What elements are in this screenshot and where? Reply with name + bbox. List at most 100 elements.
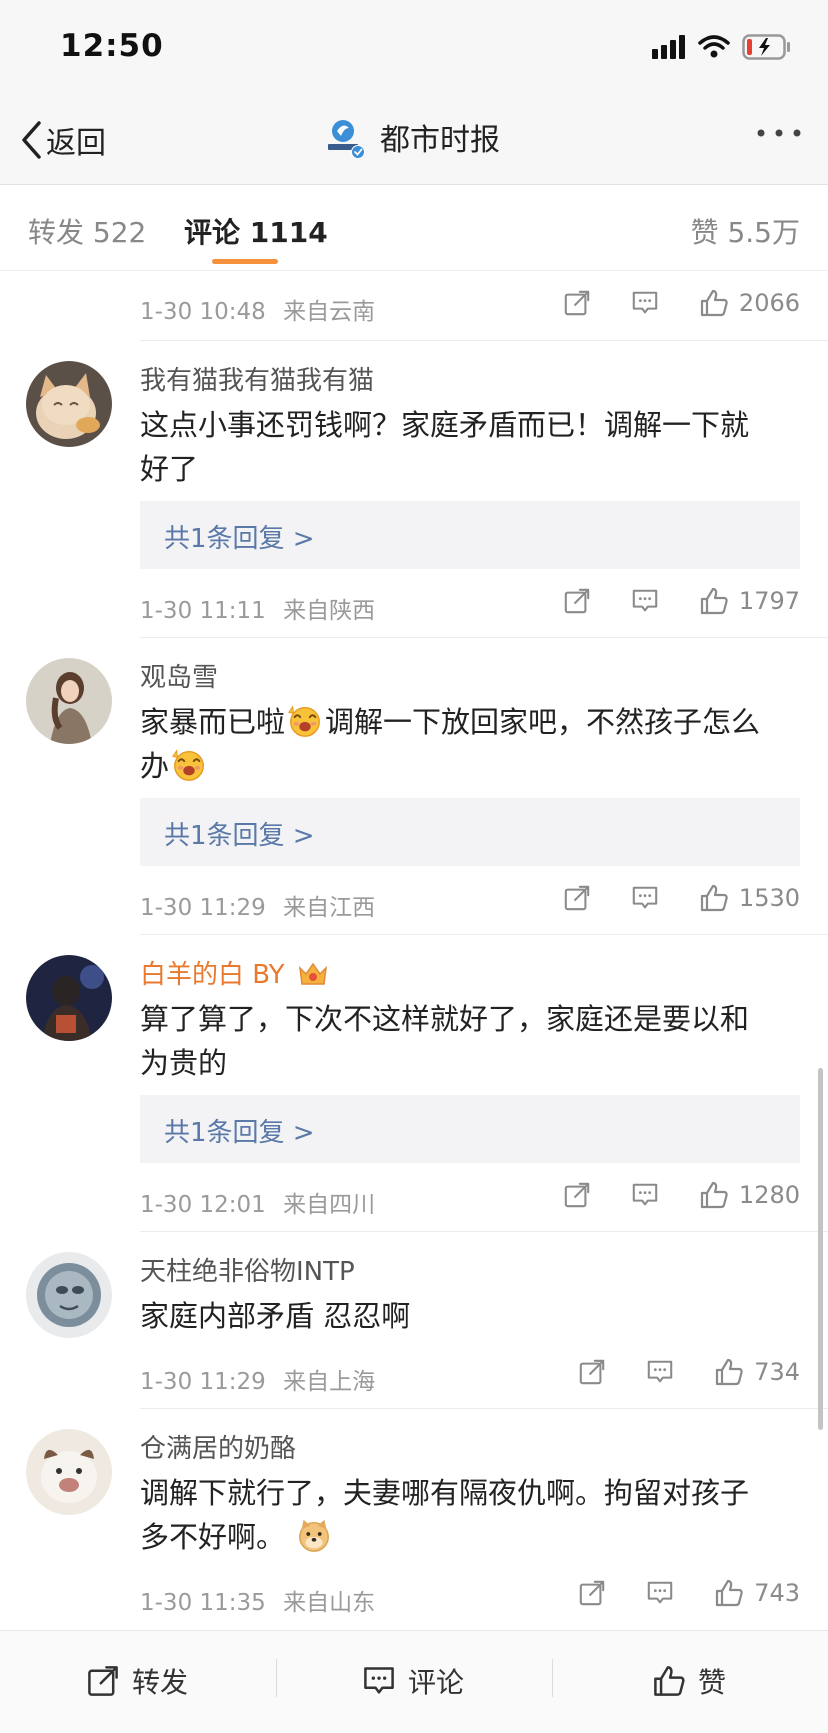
thumbs-up-icon bbox=[699, 288, 729, 318]
comment-actions: 1797 bbox=[563, 586, 800, 616]
comment-icon[interactable] bbox=[631, 884, 659, 912]
comment-icon[interactable] bbox=[646, 1358, 674, 1386]
divider bbox=[552, 1659, 553, 1697]
share-icon[interactable] bbox=[563, 1181, 591, 1209]
partial-comment: 1-30 10:48 来自云南 2066 bbox=[0, 270, 828, 340]
comment-location: 来自四川 bbox=[283, 1192, 376, 1218]
comment-line: 家暴而已啦 调解一下放回家吧，不然孩子怎么 bbox=[140, 700, 800, 744]
like-button[interactable]: 734 bbox=[714, 1357, 800, 1387]
wifi-icon bbox=[698, 35, 730, 59]
back-label: 返回 bbox=[46, 126, 106, 161]
like-button[interactable]: 2066 bbox=[699, 288, 800, 318]
avatar[interactable] bbox=[26, 361, 112, 447]
comment-time: 1-30 10:48 bbox=[140, 299, 266, 325]
comment-icon[interactable] bbox=[646, 1579, 674, 1607]
reply-box[interactable]: 共1条回复 > bbox=[140, 1095, 800, 1163]
comment-actions: 743 bbox=[578, 1578, 800, 1608]
comment-text: 调解下就行了，夫妻哪有隔夜仇啊。拘留对孩子 多不好啊。 bbox=[140, 1471, 800, 1559]
comment-line: 多不好啊。 bbox=[140, 1515, 800, 1559]
comment-actions: 1280 bbox=[563, 1180, 800, 1210]
like-button[interactable]: 1280 bbox=[699, 1180, 800, 1210]
bottom-comment-button[interactable]: 评论 bbox=[362, 1661, 464, 1701]
tab-repost[interactable]: 转发 522 bbox=[28, 211, 146, 251]
comment-location: 来自云南 bbox=[283, 299, 376, 325]
share-icon[interactable] bbox=[563, 587, 591, 615]
bottom-action-bar: 转发 评论 赞 bbox=[0, 1630, 828, 1733]
username[interactable]: 天柱绝非俗物INTP bbox=[140, 1251, 355, 1288]
reply-link[interactable]: 共1条回复 > bbox=[164, 815, 315, 852]
laughing-face-emoji bbox=[170, 745, 208, 783]
comment-time: 1-30 11:29 bbox=[140, 1369, 266, 1395]
like-button[interactable]: 1797 bbox=[699, 586, 800, 616]
comment-item: 仓满居的奶酪 调解下就行了，夫妻哪有隔夜仇啊。拘留对孩子 多不好啊。 1-30 … bbox=[0, 1409, 828, 1624]
like-count: 1280 bbox=[738, 1181, 800, 1209]
thumbs-up-icon bbox=[714, 1357, 744, 1387]
username[interactable]: 白羊的白 BY bbox=[140, 954, 329, 991]
username[interactable]: 我有猫我有猫我有猫 bbox=[140, 360, 374, 397]
comment-text: 家庭内部矛盾 忍忍啊 bbox=[140, 1294, 800, 1338]
divider bbox=[276, 1659, 277, 1697]
comment-meta: 1-30 12:01 来自四川 bbox=[140, 1185, 375, 1219]
comment-fragment: 家暴而已啦 bbox=[140, 705, 286, 739]
bottom-repost-button[interactable]: 转发 bbox=[86, 1661, 188, 1701]
comment-actions: 734 bbox=[578, 1357, 800, 1387]
thumbs-up-icon bbox=[652, 1664, 686, 1698]
comment-location: 来自山东 bbox=[283, 1590, 376, 1616]
avatar[interactable] bbox=[26, 1429, 112, 1515]
doge-emoji bbox=[299, 1519, 330, 1552]
share-icon bbox=[86, 1664, 120, 1698]
tabs-row: 转发 522 评论 1114 赞 5.5万 bbox=[0, 185, 828, 271]
reply-box[interactable]: 共1条回复 > bbox=[140, 501, 800, 569]
bottom-repost-label: 转发 bbox=[132, 1666, 189, 1699]
comment-time: 1-30 11:11 bbox=[140, 598, 266, 624]
username[interactable]: 仓满居的奶酪 bbox=[140, 1428, 296, 1465]
comment-meta: 1-30 11:29 来自上海 bbox=[140, 1362, 375, 1396]
comment-item: 天柱绝非俗物INTP 家庭内部矛盾 忍忍啊 1-30 11:29 来自上海 73… bbox=[0, 1232, 828, 1408]
comment-meta: 1-30 11:29 来自江西 bbox=[140, 888, 375, 922]
avatar[interactable] bbox=[26, 658, 112, 744]
comment-icon[interactable] bbox=[631, 289, 659, 317]
username[interactable]: 观岛雪 bbox=[140, 657, 218, 694]
scrollbar-thumb[interactable] bbox=[818, 1068, 823, 1430]
reply-link[interactable]: 共1条回复 > bbox=[164, 518, 315, 555]
like-button[interactable]: 743 bbox=[714, 1578, 800, 1608]
share-icon[interactable] bbox=[563, 289, 591, 317]
comment-actions: 1530 bbox=[563, 883, 800, 913]
comment-fragment: 办 bbox=[140, 749, 170, 783]
comment-line: 这点小事还罚钱啊？家庭矛盾而已！调解一下就 bbox=[140, 408, 750, 442]
tab-like[interactable]: 赞 5.5万 bbox=[691, 211, 800, 251]
like-button[interactable]: 1530 bbox=[699, 883, 800, 913]
reply-link[interactable]: 共1条回复 > bbox=[164, 1112, 315, 1149]
share-icon[interactable] bbox=[563, 884, 591, 912]
comment-fragment: 调解一下放回家吧，不然孩子怎么 bbox=[325, 705, 761, 739]
tab-comment[interactable]: 评论 1114 bbox=[184, 211, 328, 251]
avatar[interactable] bbox=[26, 955, 112, 1041]
share-icon[interactable] bbox=[578, 1579, 606, 1607]
reply-box[interactable]: 共1条回复 > bbox=[140, 798, 800, 866]
bottom-like-label: 赞 bbox=[698, 1666, 727, 1699]
comment-location: 来自上海 bbox=[283, 1369, 376, 1395]
battery-icon bbox=[742, 34, 792, 60]
bottom-like-button[interactable]: 赞 bbox=[652, 1661, 726, 1701]
comment-icon[interactable] bbox=[631, 1181, 659, 1209]
like-count: 1530 bbox=[738, 884, 800, 912]
status-icons bbox=[652, 34, 792, 60]
account-header[interactable]: 都市时报 bbox=[322, 114, 500, 160]
avatar[interactable] bbox=[26, 1252, 112, 1338]
thumbs-up-icon bbox=[699, 883, 729, 913]
share-icon[interactable] bbox=[578, 1358, 606, 1386]
comment-icon bbox=[362, 1664, 396, 1698]
like-count: 743 bbox=[754, 1579, 800, 1607]
comment-meta: 1-30 10:48 来自云南 bbox=[140, 292, 375, 326]
comment-item: 观岛雪 家暴而已啦 调解一下放回家吧，不然孩子怎么 办 共1条回复 > 1-30 … bbox=[0, 638, 828, 934]
comment-location: 来自陕西 bbox=[283, 598, 376, 624]
back-button[interactable]: 返回 bbox=[20, 118, 106, 162]
like-count: 734 bbox=[754, 1358, 800, 1386]
more-button[interactable] bbox=[756, 128, 802, 138]
active-tab-indicator bbox=[212, 259, 278, 264]
page-title: 都市时报 bbox=[380, 123, 500, 158]
comment-icon[interactable] bbox=[631, 587, 659, 615]
comment-time: 1-30 12:01 bbox=[140, 1192, 266, 1218]
chevron-left-icon bbox=[20, 120, 42, 160]
comment-item: 我有猫我有猫我有猫 这点小事还罚钱啊？家庭矛盾而已！调解一下就 好了 共1条回复… bbox=[0, 341, 828, 637]
